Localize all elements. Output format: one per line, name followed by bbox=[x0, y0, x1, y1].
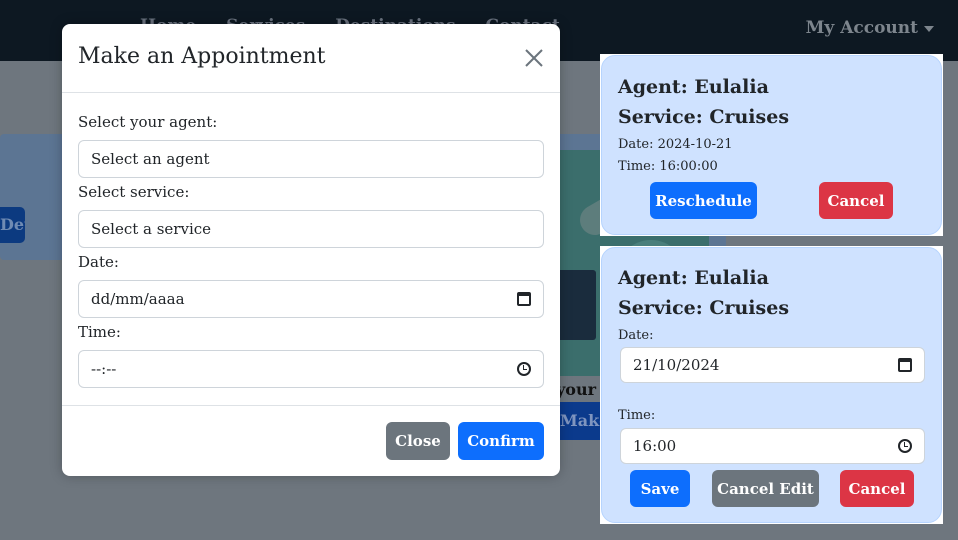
appointment-service: Service: Cruises bbox=[618, 106, 790, 128]
date-input[interactable]: dd/mm/aaaa bbox=[78, 280, 544, 318]
edit-date-value: 21/10/2024 bbox=[633, 356, 720, 374]
time-group: Time: --:-- bbox=[78, 322, 544, 392]
appointment-agent: Agent: Eulalia bbox=[618, 76, 769, 98]
time-input[interactable]: --:-- bbox=[78, 350, 544, 388]
background-details-button[interactable]: Details bbox=[0, 207, 25, 243]
my-account-dropdown[interactable]: My Account bbox=[806, 18, 934, 38]
reschedule-button[interactable]: Reschedule bbox=[650, 182, 757, 219]
edit-date-label: Date: bbox=[618, 328, 654, 343]
edit-time-value: 16:00 bbox=[633, 437, 677, 455]
clock-icon[interactable] bbox=[898, 439, 912, 453]
cancel-edit-button[interactable]: Cancel Edit bbox=[712, 470, 819, 507]
agent-select-value: Select an agent bbox=[91, 150, 210, 168]
close-icon[interactable] bbox=[522, 46, 546, 70]
modal-header: Make an Appointment bbox=[62, 24, 560, 93]
cancel-appointment-button[interactable]: Cancel bbox=[840, 470, 914, 507]
service-select[interactable]: Select a service bbox=[78, 210, 544, 248]
my-account-label: My Account bbox=[805, 18, 918, 38]
edit-time-label: Time: bbox=[618, 408, 656, 423]
modal-title: Make an Appointment bbox=[78, 44, 326, 69]
passport-illustration bbox=[556, 270, 596, 340]
appointment-date: Date: 2024-10-21 bbox=[618, 137, 733, 152]
date-label: Date: bbox=[78, 253, 119, 271]
close-button[interactable]: Close bbox=[386, 422, 450, 460]
calendar-icon[interactable] bbox=[517, 292, 531, 306]
service-group: Select service: Select a service bbox=[78, 182, 544, 252]
appointment-modal: Make an Appointment Select your agent: S… bbox=[62, 24, 560, 476]
appointment-edit-card-wrapper: Agent: Eulalia Service: Cruises Date: 21… bbox=[600, 246, 943, 524]
appointment-card-wrapper: Agent: Eulalia Service: Cruises Date: 20… bbox=[600, 54, 943, 236]
calendar-icon[interactable] bbox=[898, 358, 912, 372]
appointment-edit-card: Agent: Eulalia Service: Cruises Date: 21… bbox=[601, 247, 942, 523]
date-input-placeholder: dd/mm/aaaa bbox=[91, 290, 185, 308]
caret-down-icon bbox=[924, 26, 934, 32]
edit-appointment-agent: Agent: Eulalia bbox=[618, 267, 769, 289]
confirm-button[interactable]: Confirm bbox=[458, 422, 544, 460]
appointment-card: Agent: Eulalia Service: Cruises Date: 20… bbox=[601, 55, 942, 235]
service-select-value: Select a service bbox=[91, 220, 212, 238]
agent-select[interactable]: Select an agent bbox=[78, 140, 544, 178]
save-button[interactable]: Save bbox=[630, 470, 690, 507]
service-label: Select service: bbox=[78, 183, 190, 201]
time-label: Time: bbox=[78, 323, 121, 341]
cancel-appointment-button[interactable]: Cancel bbox=[819, 182, 893, 219]
date-group: Date: dd/mm/aaaa bbox=[78, 252, 544, 322]
agent-group: Select your agent: Select an agent bbox=[78, 112, 544, 182]
appointment-time: Time: 16:00:00 bbox=[618, 159, 718, 174]
edit-time-input[interactable]: 16:00 bbox=[620, 428, 925, 464]
modal-body: Select your agent: Select an agent Selec… bbox=[78, 112, 544, 392]
agent-label: Select your agent: bbox=[78, 113, 218, 131]
modal-footer: Close Confirm bbox=[62, 405, 560, 476]
time-input-placeholder: --:-- bbox=[91, 360, 117, 378]
edit-date-input[interactable]: 21/10/2024 bbox=[620, 347, 925, 383]
edit-appointment-service: Service: Cruises bbox=[618, 297, 790, 319]
clock-icon[interactable] bbox=[517, 362, 531, 376]
